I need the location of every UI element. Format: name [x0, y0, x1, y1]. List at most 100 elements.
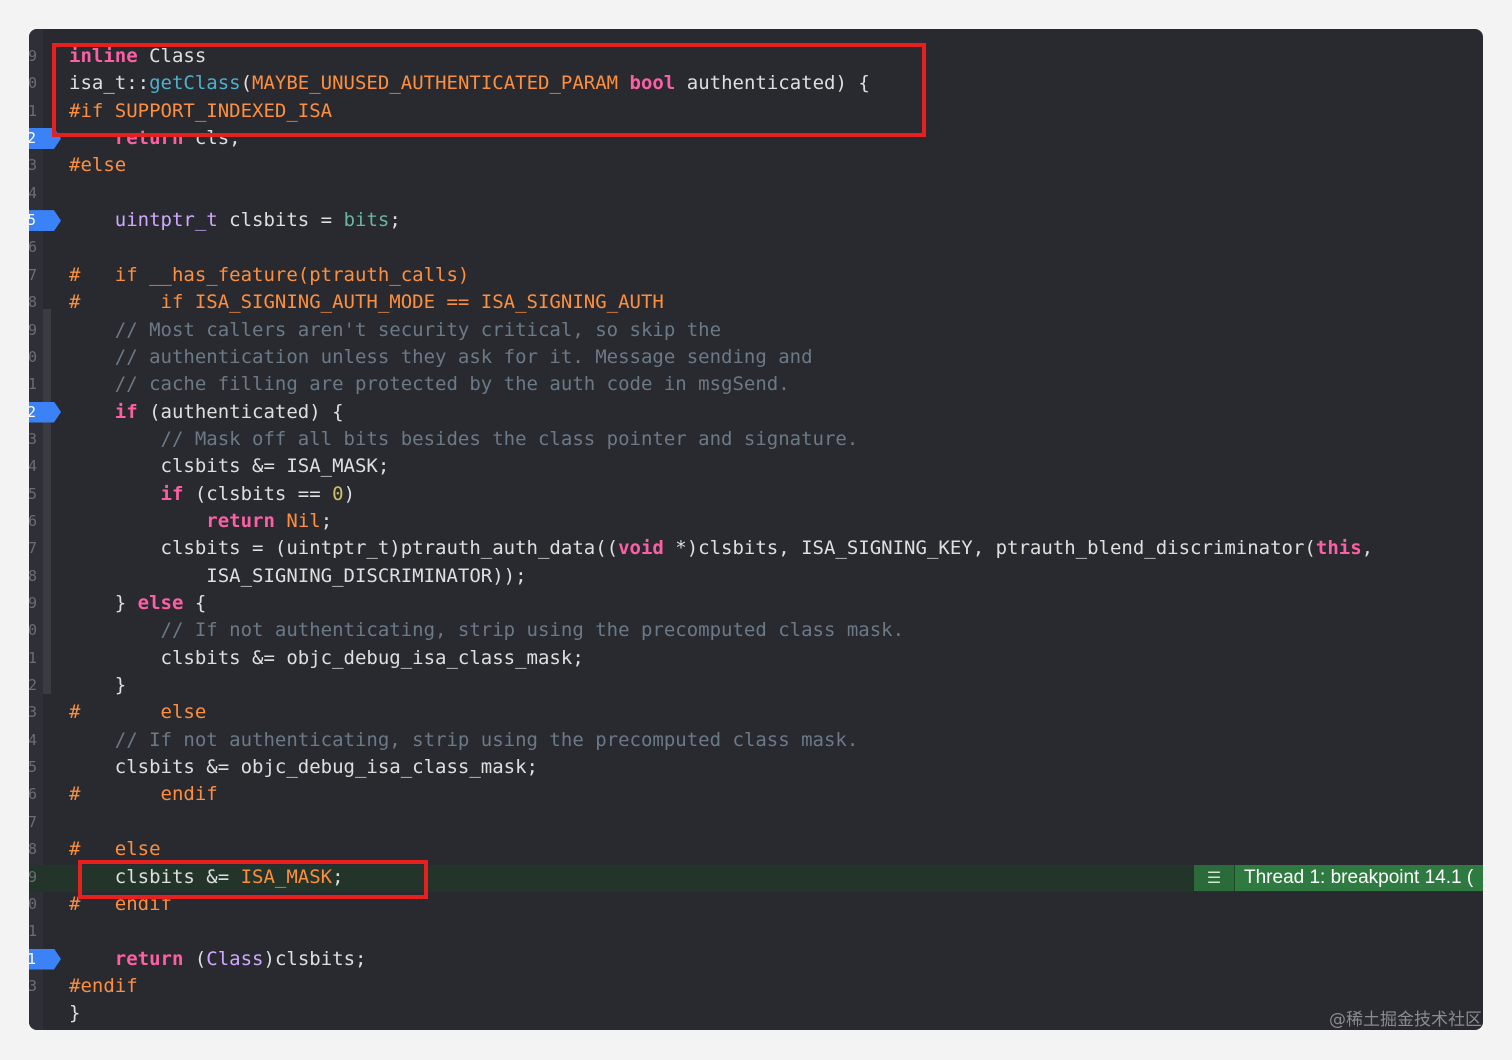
code-line[interactable]: 1 clsbits &= objc_debug_isa_class_mask;: [29, 645, 1483, 672]
code-token: }: [69, 592, 138, 614]
line-number: 3: [29, 429, 37, 448]
code-token: Nil: [286, 509, 321, 532]
code-text: // Mask off all bits besides the class p…: [69, 426, 859, 453]
code-token: // Most callers aren't security critical…: [69, 318, 722, 341]
line-number: 8: [29, 840, 37, 859]
code-line[interactable]: 2 if (authenticated) {: [29, 399, 1483, 426]
code-token: ISA_SIGNING_DISCRIMINATOR));: [69, 564, 527, 587]
code-text: if (authenticated) {: [69, 399, 344, 426]
line-number: 6: [29, 785, 37, 804]
code-line[interactable]: 1 return (Class)clsbits;: [29, 946, 1483, 973]
line-number: 8: [29, 293, 37, 312]
code-token: # if __has_feature(ptrauth_calls): [69, 263, 470, 286]
watermark: @稀土掘金技术社区: [1329, 1010, 1482, 1030]
line-number: 4: [29, 183, 37, 202]
code-line[interactable]: 7 # if __has_feature(ptrauth_calls): [29, 262, 1483, 289]
code-line[interactable]: 3 #endif: [29, 973, 1483, 1000]
code-token: // authentication unless they ask for it…: [69, 345, 813, 368]
code-line[interactable]: 0 // authentication unless they ask for …: [29, 344, 1483, 371]
code-line[interactable]: 8 ISA_SIGNING_DISCRIMINATOR));: [29, 563, 1483, 590]
breakpoint-marker[interactable]: 2: [29, 401, 61, 423]
code-line[interactable]: 3 #else: [29, 152, 1483, 179]
code-text: }: [69, 1000, 80, 1027]
line-number: 1: [29, 648, 37, 667]
code-line[interactable]: 1 // cache filling are protected by the …: [29, 371, 1483, 398]
code-text: ISA_SIGNING_DISCRIMINATOR));: [69, 563, 527, 590]
code-token: // cache filling are protected by the au…: [69, 373, 790, 396]
code-line[interactable]: 7 clsbits = (uintptr_t)ptrauth_auth_data…: [29, 535, 1483, 562]
line-number: 6: [29, 511, 37, 530]
code-line[interactable]: 6: [29, 234, 1483, 261]
code-text: return (Class)clsbits;: [69, 946, 367, 973]
code-line[interactable]: 4 clsbits &= ISA_MASK;: [29, 453, 1483, 480]
code-text: }: [69, 672, 126, 699]
thread-breakpoint-badge[interactable]: ☰ Thread 1: breakpoint 14.1 (: [1194, 865, 1483, 891]
line-number: 1: [29, 922, 37, 941]
code-line[interactable]: 4 // If not authenticating, strip using …: [29, 727, 1483, 754]
code-text: clsbits = (uintptr_t)ptrauth_auth_data((…: [69, 535, 1374, 562]
code-token: return: [114, 947, 184, 970]
code-line[interactable]: 9 // Most callers aren't security critic…: [29, 317, 1483, 344]
code-line[interactable]: 8 # if ISA_SIGNING_AUTH_MODE == ISA_SIGNI…: [29, 289, 1483, 316]
code-token: 0: [332, 482, 344, 505]
code-line[interactable]: 5 clsbits &= objc_debug_isa_class_mask;: [29, 754, 1483, 781]
code-token: clsbits =: [217, 209, 344, 232]
code-text: #endif: [69, 973, 138, 1000]
list-icon[interactable]: ☰: [1194, 865, 1235, 891]
line-number: 7: [29, 265, 37, 284]
code-token: void: [618, 537, 664, 560]
code-token: (: [183, 947, 207, 970]
code-line[interactable]: 4: [29, 180, 1483, 207]
line-number: 3: [29, 703, 37, 722]
code-line[interactable]: 3 // Mask off all bits besides the class…: [29, 426, 1483, 453]
code-line[interactable]: }: [29, 1000, 1483, 1027]
code-text: // If not authenticating, strip using th…: [69, 617, 905, 644]
line-number: 2: [29, 676, 37, 695]
code-line[interactable]: 5 if (clsbits == 0): [29, 481, 1483, 508]
code-line[interactable]: 2 }: [29, 672, 1483, 699]
code-token: ;: [389, 209, 401, 232]
code-token: clsbits = (uintptr_t)ptrauth_auth_data((: [69, 537, 619, 560]
highlight-box-function-header: [52, 43, 926, 137]
code-text: uintptr_t clsbits = bits;: [69, 207, 401, 234]
code-line[interactable]: 3 # else: [29, 699, 1483, 726]
line-number: 7: [29, 539, 37, 558]
code-text: // Most callers aren't security critical…: [69, 317, 721, 344]
code-line[interactable]: 5 uintptr_t clsbits = bits;: [29, 207, 1483, 234]
code-line[interactable]: 6 return Nil;: [29, 508, 1483, 535]
code-line[interactable]: 6 # endif: [29, 781, 1483, 808]
code-line[interactable]: 9 } else {: [29, 590, 1483, 617]
line-number: 0: [29, 621, 37, 640]
line-number: 0: [29, 894, 37, 913]
code-text: # if ISA_SIGNING_AUTH_MODE == ISA_SIGNIN…: [69, 289, 664, 316]
code-line[interactable]: 1: [29, 918, 1483, 945]
code-token: clsbits &= ISA_MASK;: [69, 455, 390, 478]
code-text: # if __has_feature(ptrauth_calls): [69, 262, 469, 289]
code-token: ;: [320, 509, 333, 532]
line-number: 4: [29, 730, 37, 749]
code-token: bits: [343, 209, 390, 232]
breakpoint-marker[interactable]: 5: [29, 210, 61, 232]
breakpoint-marker[interactable]: 1: [29, 948, 61, 970]
line-number: 9: [29, 320, 37, 339]
line-number: 0: [29, 74, 37, 93]
code-line[interactable]: 0 // If not authenticating, strip using …: [29, 617, 1483, 644]
line-number: 4: [29, 457, 37, 476]
line-number: 7: [29, 812, 37, 831]
code-token: ,: [1361, 537, 1374, 560]
code-token: if: [114, 400, 138, 423]
code-token: // Mask off all bits besides the class p…: [69, 427, 859, 450]
line-number: 1: [29, 375, 37, 394]
code-token: # else: [69, 838, 161, 861]
code-token: Class: [206, 947, 264, 970]
line-number: 0: [29, 347, 37, 366]
code-text: clsbits &= objc_debug_isa_class_mask;: [69, 645, 584, 672]
code-line[interactable]: 7: [29, 809, 1483, 836]
code-text: clsbits &= ISA_MASK;: [69, 453, 390, 480]
code-token: )clsbits;: [263, 947, 367, 970]
